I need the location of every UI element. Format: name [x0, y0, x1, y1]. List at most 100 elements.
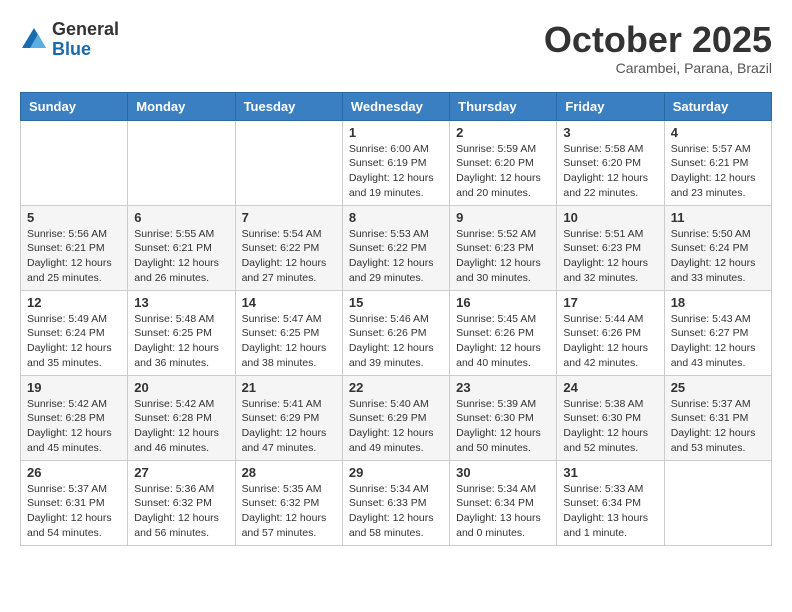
day-number: 26 — [27, 465, 121, 480]
day-number: 11 — [671, 210, 765, 225]
calendar-cell — [664, 460, 771, 545]
weekday-header-row: SundayMondayTuesdayWednesdayThursdayFrid… — [21, 92, 772, 120]
calendar-cell: 27 Sunrise: 5:36 AM Sunset: 6:32 PM Dayli… — [128, 460, 235, 545]
day-number: 17 — [563, 295, 657, 310]
weekday-header: Saturday — [664, 92, 771, 120]
day-info: Sunrise: 5:49 AM Sunset: 6:24 PM Dayligh… — [27, 312, 121, 371]
day-info: Sunrise: 5:53 AM Sunset: 6:22 PM Dayligh… — [349, 227, 443, 286]
calendar-cell: 11 Sunrise: 5:50 AM Sunset: 6:24 PM Dayli… — [664, 205, 771, 290]
day-number: 8 — [349, 210, 443, 225]
calendar-cell: 28Sunrise: 5:35 AM Sunset: 6:32 PM Dayli… — [235, 460, 342, 545]
calendar-cell: 22 Sunrise: 5:40 AM Sunset: 6:29 PM Dayli… — [342, 375, 449, 460]
month-title: October 2025 — [544, 20, 772, 60]
day-info: Sunrise: 5:40 AM Sunset: 6:29 PM Dayligh… — [349, 397, 443, 456]
day-number: 23 — [456, 380, 550, 395]
day-info: Sunrise: 5:45 AM Sunset: 6:26 PM Dayligh… — [456, 312, 550, 371]
calendar-cell: 4Sunrise: 5:57 AM Sunset: 6:21 PM Daylig… — [664, 120, 771, 205]
weekday-header: Monday — [128, 92, 235, 120]
calendar-cell: 20Sunrise: 5:42 AM Sunset: 6:28 PM Dayli… — [128, 375, 235, 460]
calendar-cell: 15Sunrise: 5:46 AM Sunset: 6:26 PM Dayli… — [342, 290, 449, 375]
day-number: 24 — [563, 380, 657, 395]
calendar-cell: 10Sunrise: 5:51 AM Sunset: 6:23 PM Dayli… — [557, 205, 664, 290]
calendar-table: SundayMondayTuesdayWednesdayThursdayFrid… — [20, 92, 772, 546]
day-info: Sunrise: 5:47 AM Sunset: 6:25 PM Dayligh… — [242, 312, 336, 371]
day-info: Sunrise: 5:55 AM Sunset: 6:21 PM Dayligh… — [134, 227, 228, 286]
week-row: 5 Sunrise: 5:56 AM Sunset: 6:21 PM Daylig… — [21, 205, 772, 290]
day-number: 2 — [456, 125, 550, 140]
day-number: 6 — [134, 210, 228, 225]
day-info: Sunrise: 5:42 AM Sunset: 6:28 PM Dayligh… — [134, 397, 228, 456]
calendar-cell: 30 Sunrise: 5:34 AM Sunset: 6:34 PM Dayli… — [450, 460, 557, 545]
day-number: 19 — [27, 380, 121, 395]
logo-blue: Blue — [52, 39, 91, 59]
day-number: 12 — [27, 295, 121, 310]
week-row: 19 Sunrise: 5:42 AM Sunset: 6:28 PM Dayli… — [21, 375, 772, 460]
logo-text: General Blue — [52, 20, 119, 60]
day-number: 30 — [456, 465, 550, 480]
week-row: 12 Sunrise: 5:49 AM Sunset: 6:24 PM Dayli… — [21, 290, 772, 375]
calendar-cell: 2 Sunrise: 5:59 AM Sunset: 6:20 PM Daylig… — [450, 120, 557, 205]
day-number: 16 — [456, 295, 550, 310]
day-number: 4 — [671, 125, 765, 140]
calendar-cell: 12 Sunrise: 5:49 AM Sunset: 6:24 PM Dayli… — [21, 290, 128, 375]
calendar-cell: 24 Sunrise: 5:38 AM Sunset: 6:30 PM Dayli… — [557, 375, 664, 460]
calendar-cell: 16 Sunrise: 5:45 AM Sunset: 6:26 PM Dayli… — [450, 290, 557, 375]
day-info: Sunrise: 5:59 AM Sunset: 6:20 PM Dayligh… — [456, 142, 550, 201]
calendar-cell: 31Sunrise: 5:33 AM Sunset: 6:34 PM Dayli… — [557, 460, 664, 545]
day-info: Sunrise: 5:34 AM Sunset: 6:33 PM Dayligh… — [349, 482, 443, 541]
calendar-cell: 21Sunrise: 5:41 AM Sunset: 6:29 PM Dayli… — [235, 375, 342, 460]
day-info: Sunrise: 5:44 AM Sunset: 6:26 PM Dayligh… — [563, 312, 657, 371]
day-number: 28 — [242, 465, 336, 480]
calendar-cell: 19 Sunrise: 5:42 AM Sunset: 6:28 PM Dayli… — [21, 375, 128, 460]
day-number: 14 — [242, 295, 336, 310]
day-info: Sunrise: 5:34 AM Sunset: 6:34 PM Dayligh… — [456, 482, 550, 541]
calendar-cell: 5 Sunrise: 5:56 AM Sunset: 6:21 PM Daylig… — [21, 205, 128, 290]
location: Carambei, Parana, Brazil — [544, 60, 772, 76]
day-info: Sunrise: 5:36 AM Sunset: 6:32 PM Dayligh… — [134, 482, 228, 541]
calendar-cell — [235, 120, 342, 205]
day-number: 21 — [242, 380, 336, 395]
weekday-header: Thursday — [450, 92, 557, 120]
day-info: Sunrise: 5:37 AM Sunset: 6:31 PM Dayligh… — [27, 482, 121, 541]
day-info: Sunrise: 5:51 AM Sunset: 6:23 PM Dayligh… — [563, 227, 657, 286]
calendar-cell — [128, 120, 235, 205]
day-info: Sunrise: 5:38 AM Sunset: 6:30 PM Dayligh… — [563, 397, 657, 456]
calendar-cell: 29 Sunrise: 5:34 AM Sunset: 6:33 PM Dayli… — [342, 460, 449, 545]
calendar-cell: 3Sunrise: 5:58 AM Sunset: 6:20 PM Daylig… — [557, 120, 664, 205]
logo-general: General — [52, 19, 119, 39]
week-row: 1Sunrise: 6:00 AM Sunset: 6:19 PM Daylig… — [21, 120, 772, 205]
day-info: Sunrise: 5:56 AM Sunset: 6:21 PM Dayligh… — [27, 227, 121, 286]
weekday-header: Wednesday — [342, 92, 449, 120]
calendar-cell: 9Sunrise: 5:52 AM Sunset: 6:23 PM Daylig… — [450, 205, 557, 290]
day-number: 27 — [134, 465, 228, 480]
day-info: Sunrise: 5:33 AM Sunset: 6:34 PM Dayligh… — [563, 482, 657, 541]
day-info: Sunrise: 6:00 AM Sunset: 6:19 PM Dayligh… — [349, 142, 443, 201]
calendar-cell: 26 Sunrise: 5:37 AM Sunset: 6:31 PM Dayli… — [21, 460, 128, 545]
calendar-cell: 8 Sunrise: 5:53 AM Sunset: 6:22 PM Daylig… — [342, 205, 449, 290]
calendar-cell: 13 Sunrise: 5:48 AM Sunset: 6:25 PM Dayli… — [128, 290, 235, 375]
title-block: October 2025 Carambei, Parana, Brazil — [544, 20, 772, 76]
day-number: 18 — [671, 295, 765, 310]
logo-icon — [20, 26, 48, 54]
day-info: Sunrise: 5:48 AM Sunset: 6:25 PM Dayligh… — [134, 312, 228, 371]
day-number: 5 — [27, 210, 121, 225]
calendar-cell: 7Sunrise: 5:54 AM Sunset: 6:22 PM Daylig… — [235, 205, 342, 290]
logo: General Blue — [20, 20, 119, 60]
day-info: Sunrise: 5:58 AM Sunset: 6:20 PM Dayligh… — [563, 142, 657, 201]
day-number: 22 — [349, 380, 443, 395]
day-info: Sunrise: 5:37 AM Sunset: 6:31 PM Dayligh… — [671, 397, 765, 456]
day-info: Sunrise: 5:43 AM Sunset: 6:27 PM Dayligh… — [671, 312, 765, 371]
day-number: 29 — [349, 465, 443, 480]
calendar-cell: 18 Sunrise: 5:43 AM Sunset: 6:27 PM Dayli… — [664, 290, 771, 375]
calendar-cell: 6 Sunrise: 5:55 AM Sunset: 6:21 PM Daylig… — [128, 205, 235, 290]
calendar-cell: 1Sunrise: 6:00 AM Sunset: 6:19 PM Daylig… — [342, 120, 449, 205]
day-number: 15 — [349, 295, 443, 310]
weekday-header: Tuesday — [235, 92, 342, 120]
weekday-header: Sunday — [21, 92, 128, 120]
calendar-cell: 17 Sunrise: 5:44 AM Sunset: 6:26 PM Dayli… — [557, 290, 664, 375]
day-number: 25 — [671, 380, 765, 395]
day-info: Sunrise: 5:42 AM Sunset: 6:28 PM Dayligh… — [27, 397, 121, 456]
day-number: 13 — [134, 295, 228, 310]
calendar-cell: 23Sunrise: 5:39 AM Sunset: 6:30 PM Dayli… — [450, 375, 557, 460]
day-info: Sunrise: 5:50 AM Sunset: 6:24 PM Dayligh… — [671, 227, 765, 286]
